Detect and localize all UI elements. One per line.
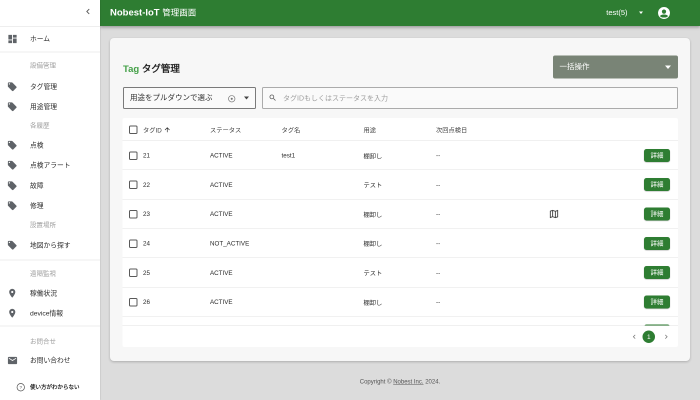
svg-text:?: ? — [19, 385, 22, 390]
